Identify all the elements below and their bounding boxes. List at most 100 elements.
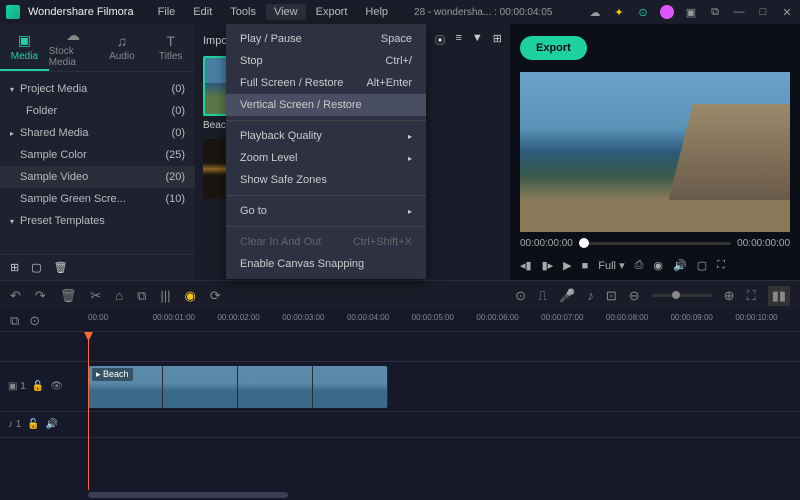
redo-icon[interactable]: ↷ (35, 288, 46, 304)
dd-playback-quality[interactable]: Playback Quality▸ (226, 125, 426, 147)
menu-file[interactable]: File (150, 4, 184, 20)
bulb-icon[interactable]: ✦ (612, 5, 626, 19)
mute-icon[interactable]: 🔊 (46, 419, 58, 430)
playhead[interactable] (88, 332, 89, 490)
media-icon: ▣ (18, 32, 31, 49)
tab-media[interactable]: ▣Media (0, 24, 49, 71)
crop-icon[interactable]: ⧉ (137, 288, 146, 304)
dd-stop[interactable]: StopCtrl+/ (226, 50, 426, 72)
video-track-1[interactable]: ▣ 1🔓👁 ▸ Beach (0, 362, 800, 412)
filter-icon[interactable]: ▼ (472, 32, 483, 48)
timeline-ruler[interactable]: ⧉ ⊙ 00:0000:00:01:0000:00:02:0000:00:03:… (0, 310, 800, 332)
marker-icon[interactable]: ▢ (697, 259, 707, 272)
avatar-icon[interactable] (660, 5, 674, 19)
tree-sample-color[interactable]: Sample Color(25) (0, 144, 195, 166)
media-tabs: ▣Media ☁Stock Media ♫Audio TTitles (0, 24, 195, 72)
zoom-out-icon[interactable]: ⊖ (629, 288, 640, 304)
timeline-scrollbar[interactable] (0, 490, 800, 500)
camera-icon[interactable]: ◉ (653, 259, 663, 272)
preview-scrubber[interactable] (579, 242, 731, 245)
zoom-in-icon[interactable]: ⊕ (724, 288, 735, 304)
dd-zoom-level[interactable]: Zoom Level▸ (226, 147, 426, 169)
refresh-icon[interactable]: ⟳ (210, 288, 221, 304)
fullscreen-icon[interactable]: ⛶ (717, 259, 725, 272)
zoom-slider[interactable] (652, 294, 712, 297)
audio-sync-icon[interactable]: ⎍ (538, 288, 547, 304)
music-icon[interactable]: ♪ (587, 288, 594, 303)
headset-icon[interactable]: ⊙ (636, 5, 650, 19)
dd-fullscreen[interactable]: Full Screen / RestoreAlt+Enter (226, 72, 426, 94)
menu-tools[interactable]: Tools (222, 4, 264, 20)
save-icon[interactable]: ▣ (684, 5, 698, 19)
dd-canvas-snapping[interactable]: Enable Canvas Snapping (226, 253, 426, 275)
mixer-icon[interactable]: ⊙ (515, 288, 526, 304)
volume-icon[interactable]: 🔊 (673, 259, 687, 272)
prev-frame-icon[interactable]: ◂▮ (520, 259, 532, 272)
undo-icon[interactable]: ↶ (10, 288, 21, 304)
titles-icon: T (166, 33, 175, 49)
tree-project-media[interactable]: ▾Project Media(0) (0, 78, 195, 100)
layers-icon[interactable]: ⧉ (708, 5, 722, 19)
tree-shared-media[interactable]: ▸Shared Media(0) (0, 122, 195, 144)
export-button[interactable]: Export (520, 36, 587, 60)
close-icon[interactable]: ✕ (780, 5, 794, 19)
dd-vertical-screen[interactable]: Vertical Screen / Restore (226, 94, 426, 116)
menu-export[interactable]: Export (308, 4, 356, 20)
tracks: ▣ 1🔓👁 ▸ Beach ♪ 1🔓🔊 (0, 332, 800, 490)
menu-help[interactable]: Help (357, 4, 396, 20)
grid-icon[interactable]: ⊞ (493, 32, 502, 48)
color-icon[interactable]: ◉ (185, 288, 196, 304)
lock-icon[interactable]: 🔓 (32, 381, 44, 392)
app-logo (6, 5, 20, 19)
audio-track-1[interactable]: ♪ 1🔓🔊 (0, 412, 800, 438)
minimize-icon[interactable]: — (732, 5, 746, 19)
speed-icon[interactable]: ||| (160, 288, 170, 303)
media-tree: ▾Project Media(0) Folder(0) ▸Shared Medi… (0, 72, 195, 254)
maximize-icon[interactable]: □ (756, 5, 770, 19)
tab-audio[interactable]: ♫Audio (98, 24, 147, 71)
tree-actions: ⊞ ▢ 🗑 (0, 254, 195, 280)
tree-preset-templates[interactable]: ▾Preset Templates (0, 210, 195, 232)
link-icon[interactable]: ⧉ (10, 313, 19, 329)
new-folder-icon[interactable]: ⊞ (10, 261, 19, 274)
mic-icon[interactable]: 🎤 (559, 288, 575, 304)
dd-goto[interactable]: Go to▸ (226, 200, 426, 222)
menu-edit[interactable]: Edit (185, 4, 220, 20)
marker-add-icon[interactable]: ⊡ (606, 288, 617, 304)
quality-dropdown[interactable]: Full ▾ (598, 259, 624, 272)
stop-icon[interactable]: ■ (582, 260, 589, 272)
video-preview[interactable] (520, 72, 790, 232)
left-panel: ▣Media ☁Stock Media ♫Audio TTitles ▾Proj… (0, 24, 195, 280)
tree-folder[interactable]: Folder(0) (0, 100, 195, 122)
tab-stock[interactable]: ☁Stock Media (49, 24, 98, 71)
snapshot-icon[interactable]: ⎙ (635, 259, 644, 272)
magnet-icon[interactable]: ⊙ (29, 313, 40, 329)
delete-icon[interactable]: 🗑 (60, 288, 77, 304)
sort-icon[interactable]: ≡ (455, 32, 461, 48)
record-icon[interactable]: ⦿ (434, 32, 445, 48)
lock-icon[interactable]: 🔓 (27, 419, 39, 430)
dd-play-pause[interactable]: Play / PauseSpace (226, 28, 426, 50)
chevron-down-icon: ▾ (10, 85, 20, 94)
tree-sample-video[interactable]: Sample Video(20) (0, 166, 195, 188)
dd-safe-zones[interactable]: Show Safe Zones (226, 169, 426, 191)
time-total: 00:00:00:00 (737, 238, 790, 249)
menu-view[interactable]: View (266, 4, 306, 20)
view-dropdown: Play / PauseSpace StopCtrl+/ Full Screen… (226, 24, 426, 279)
cut-icon[interactable]: ✂ (90, 288, 101, 304)
tab-titles[interactable]: TTitles (146, 24, 195, 71)
fit-icon[interactable]: ⛶ (747, 288, 756, 304)
folder-icon[interactable]: ▢ (31, 261, 41, 274)
tag-icon[interactable]: ⌂ (115, 288, 123, 303)
pause-view-icon[interactable]: ▮▮ (768, 286, 790, 306)
step-back-icon[interactable]: ▮▸ (542, 259, 554, 272)
delete-icon[interactable]: 🗑 (54, 261, 68, 274)
clip-beach[interactable]: ▸ Beach (88, 366, 388, 408)
cloud-icon[interactable]: ☁ (588, 5, 602, 19)
tree-green-screen[interactable]: Sample Green Scre...(10) (0, 188, 195, 210)
eye-icon[interactable]: 👁 (50, 381, 63, 392)
play-icon[interactable]: ▶ (563, 259, 571, 272)
timeline: ⧉ ⊙ 00:0000:00:01:0000:00:02:0000:00:03:… (0, 310, 800, 500)
dd-separator (226, 195, 426, 196)
titlebar-right: ☁ ✦ ⊙ ▣ ⧉ — □ ✕ (588, 5, 794, 19)
